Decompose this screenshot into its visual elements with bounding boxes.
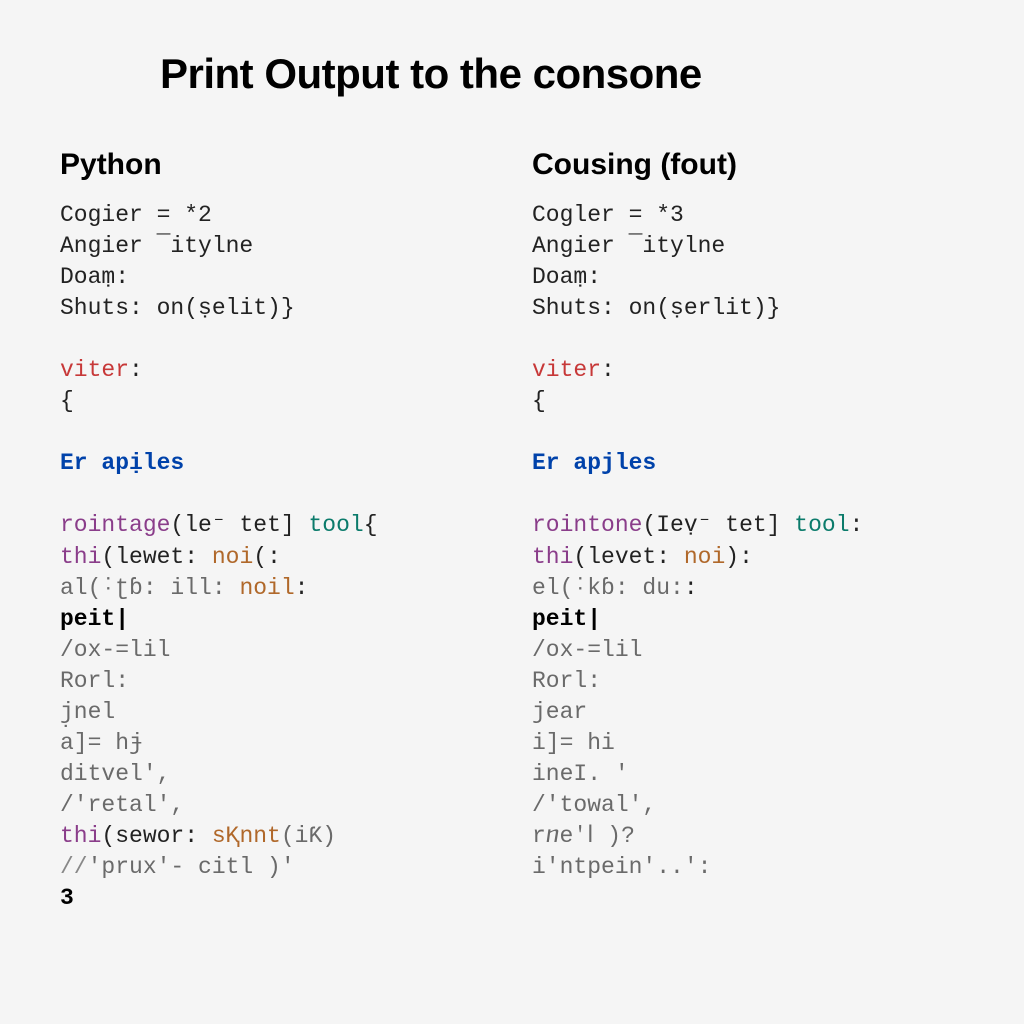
l: ineI. ': [532, 761, 629, 787]
l: thi: [60, 823, 101, 849]
l: jear: [532, 699, 587, 725]
l: Cogier =: [60, 202, 184, 228]
columns-container: Python Cogier = *2 Angier ¯itylne Doaṃ: …: [60, 148, 964, 914]
right-column: Cousing (fout) Cogler = *3 Angier ¯ityln…: [532, 148, 964, 914]
l: tool: [309, 512, 364, 538]
l: //: [60, 854, 88, 880]
left-column: Python Cogier = *2 Angier ¯itylne Doaṃ: …: [60, 148, 492, 914]
l: (ṣelit)}: [184, 295, 294, 321]
l: peit|: [60, 606, 129, 632]
left-heading: Python: [60, 148, 492, 182]
l: rⴖeꞌⅼ )?: [532, 823, 635, 849]
l: i'ntpein'..':: [532, 854, 711, 880]
l: (Ieṿ⁻ tet]: [642, 512, 794, 538]
l: Angier ¯itylne: [532, 233, 725, 259]
l: Doaṃ:: [532, 264, 601, 290]
l: a]= hɉ: [60, 730, 143, 756]
l: :: [850, 512, 864, 538]
l: :: [295, 575, 309, 601]
l: :: [129, 357, 143, 383]
l: (lewet:: [101, 544, 211, 570]
l: viter: [60, 357, 129, 383]
l: 'prux'- citl )': [88, 854, 295, 880]
l: thi: [60, 544, 101, 570]
right-code: Cogler = *3 Angier ¯itylne Doaṃ: Shuts: …: [532, 200, 964, 883]
l: {: [60, 388, 74, 414]
l: (ṣerlit)}: [656, 295, 780, 321]
l: (iƘ): [281, 823, 336, 849]
l: {: [532, 388, 546, 414]
l: j̣nel: [60, 699, 115, 725]
l: 3: [60, 885, 74, 911]
l: viter: [532, 357, 601, 383]
l: i]= hi: [532, 730, 615, 756]
l: {: [364, 512, 378, 538]
l: noi: [684, 544, 725, 570]
l: *2: [184, 202, 212, 228]
l: /ox-=lil: [532, 637, 642, 663]
l: tool: [794, 512, 849, 538]
l: :: [684, 575, 698, 601]
l: el(: [532, 575, 573, 601]
l: Er apịles: [60, 450, 184, 476]
left-code: Cogier = *2 Angier ¯itylne Doaṃ: Shuts: …: [60, 200, 492, 914]
l: ˸ʈɓ: ill:: [101, 575, 239, 601]
l: Shuts: on: [532, 295, 656, 321]
l: ditvel',: [60, 761, 170, 787]
l: sⱩnnt: [212, 823, 281, 849]
l: (levet:: [573, 544, 683, 570]
l: Angier ¯itylne: [60, 233, 253, 259]
l: Er apjles: [532, 450, 656, 476]
l: al(: [60, 575, 101, 601]
l: Doaṃ:: [60, 264, 129, 290]
l: rointone: [532, 512, 642, 538]
l: /'towal',: [532, 792, 656, 818]
l: :: [601, 357, 615, 383]
l: Rorl:: [532, 668, 601, 694]
l: /ox-=lil: [60, 637, 170, 663]
l: Shuts: on: [60, 295, 184, 321]
l: peit|: [532, 606, 601, 632]
l: (:: [253, 544, 281, 570]
l: Cogler =: [532, 202, 656, 228]
l: (sewor:: [101, 823, 211, 849]
l: /'retal',: [60, 792, 184, 818]
l: ˸kɓ: du:: [573, 575, 683, 601]
l: (le⁻ tet]: [170, 512, 308, 538]
right-heading: Cousing (fout): [532, 148, 964, 182]
l: thi: [532, 544, 573, 570]
l: Rorl:: [60, 668, 129, 694]
l: noil: [239, 575, 294, 601]
l: rointage: [60, 512, 170, 538]
l: *3: [656, 202, 684, 228]
l: ):: [725, 544, 753, 570]
l: noi: [212, 544, 253, 570]
page-title: Print Output to the consone: [160, 50, 964, 98]
